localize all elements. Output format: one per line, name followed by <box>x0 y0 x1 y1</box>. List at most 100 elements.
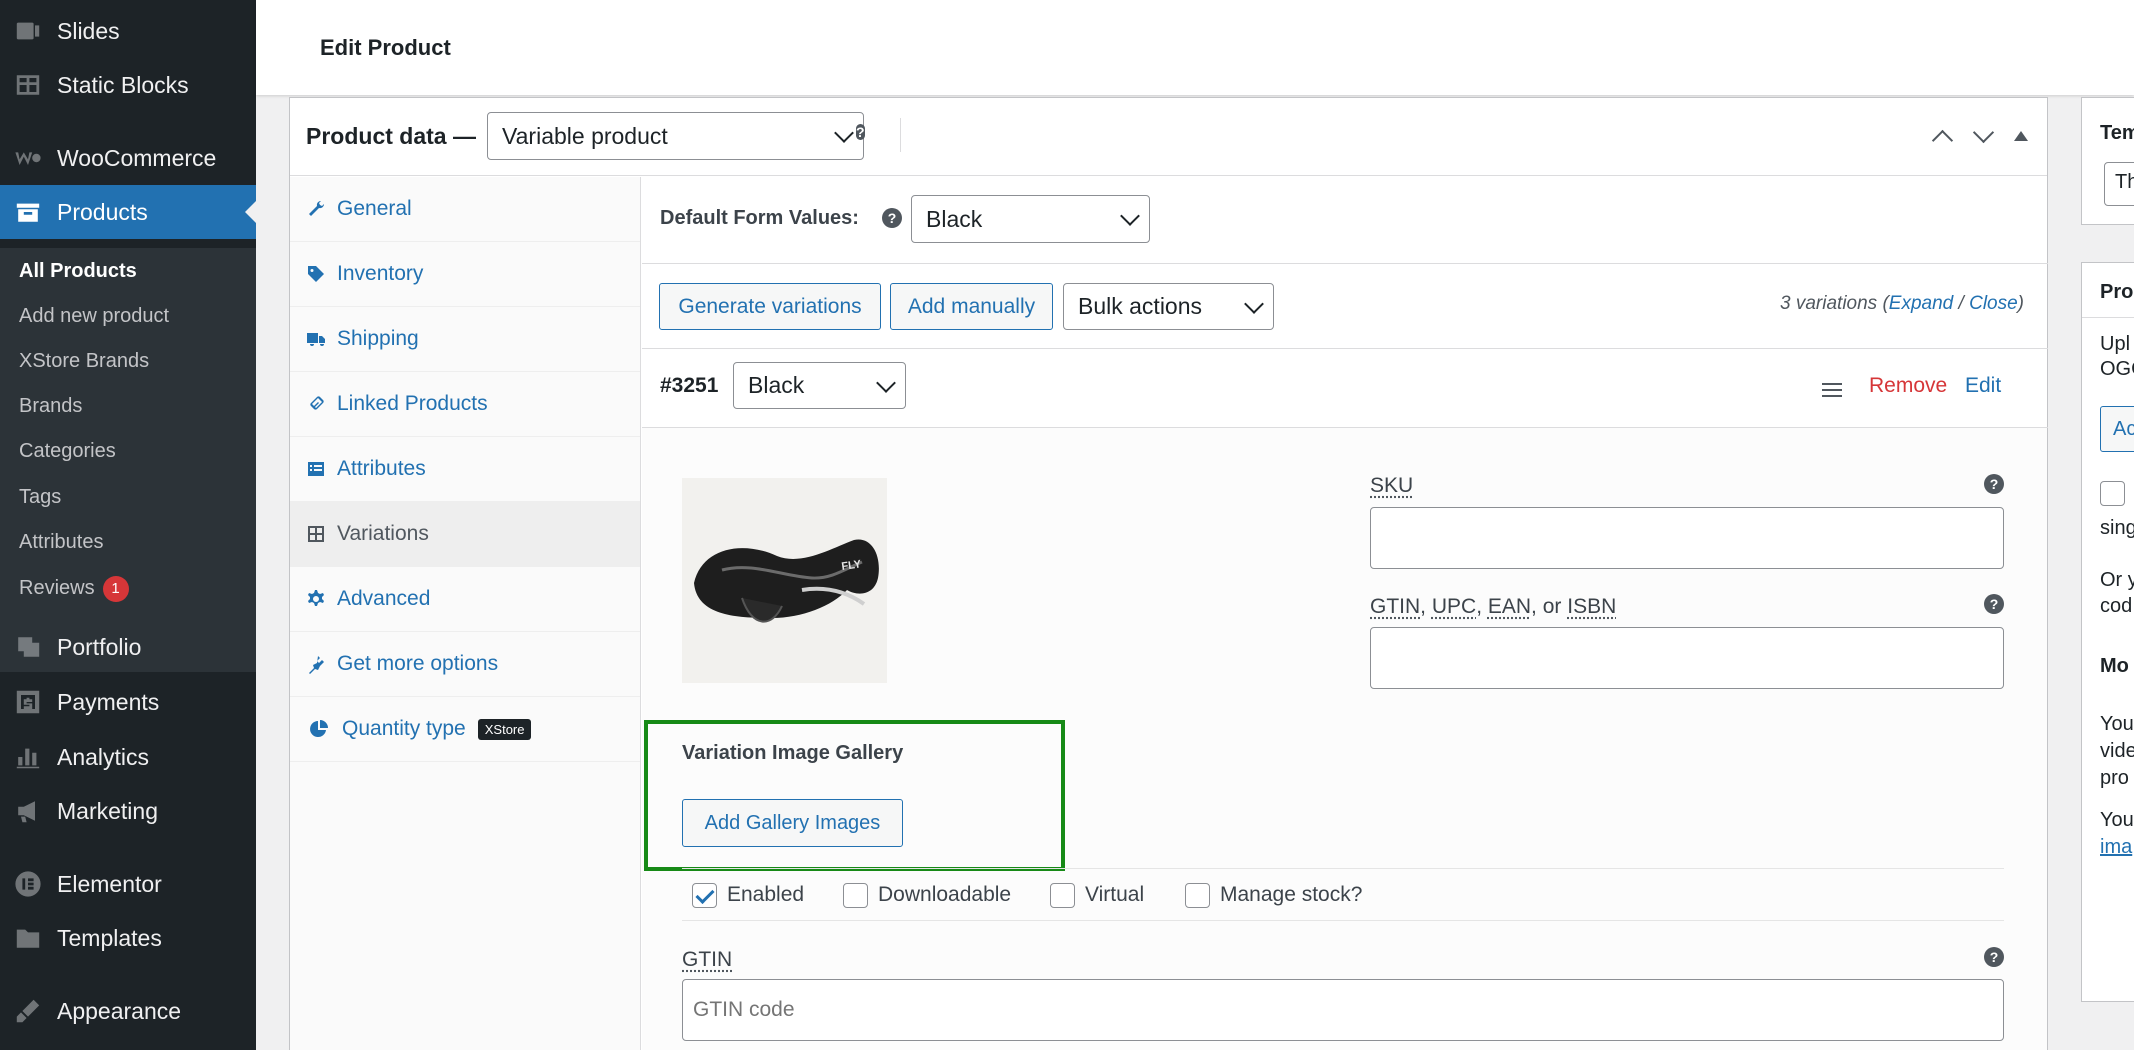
tab-inventory[interactable]: Inventory <box>290 242 640 307</box>
box-text: You <box>2100 713 2134 735</box>
submenu-categories[interactable]: Categories <box>19 440 116 463</box>
product-type-select[interactable]: Variable product <box>487 112 864 160</box>
link-icon <box>305 393 327 415</box>
gtin-code-label: GTIN <box>682 948 733 971</box>
tab-label: Attributes <box>337 457 426 480</box>
menu-item-portfolio[interactable]: Portfolio <box>0 620 256 674</box>
tab-shipping[interactable]: Shipping <box>290 307 640 372</box>
move-down-icon[interactable] <box>1971 124 1995 148</box>
submenu-tags[interactable]: Tags <box>19 486 61 509</box>
template-select[interactable]: Th <box>2104 162 2134 206</box>
collapse-panel-icon[interactable] <box>2008 124 2032 148</box>
submenu-all-products[interactable]: All Products <box>19 260 137 283</box>
add-manually-button[interactable]: Add manually <box>890 283 1053 330</box>
menu-item-templates[interactable]: Templates <box>0 911 256 965</box>
virtual-label: Virtual <box>1085 883 1145 906</box>
submenu-reviews[interactable]: Reviews 1 <box>19 576 129 602</box>
tab-advanced[interactable]: Advanced <box>290 567 640 632</box>
upload-button[interactable]: Ac <box>2100 406 2134 452</box>
default-form-values-label: Default Form Values: <box>660 207 859 229</box>
help-icon[interactable]: ? <box>1984 947 2004 967</box>
enabled-label: Enabled <box>727 883 805 906</box>
box-link[interactable]: ima <box>2100 836 2132 859</box>
list-icon <box>305 458 327 480</box>
help-icon[interactable]: ? <box>856 124 865 140</box>
menu-label: WooCommerce <box>57 144 217 171</box>
menu-item-payments[interactable]: Payments <box>0 675 256 729</box>
tab-variations[interactable]: Variations <box>290 502 640 567</box>
variation-color-select[interactable]: Black <box>733 362 906 409</box>
menu-label: Marketing <box>57 797 158 824</box>
menu-item-analytics[interactable]: Analytics <box>0 730 256 784</box>
templates-icon <box>14 924 42 952</box>
close-link[interactable]: Close <box>1969 293 2018 314</box>
help-icon[interactable]: ? <box>882 208 902 228</box>
product-data-tabs: General Inventory Shipping Linked Produc… <box>290 177 641 1050</box>
tab-general[interactable]: General <box>290 177 640 242</box>
help-icon[interactable]: ? <box>1984 594 2004 614</box>
virtual-checkbox-row[interactable]: Virtual <box>1050 880 1144 910</box>
product-type-value: Variable product <box>502 122 668 149</box>
xstore-tag: XStore <box>477 718 532 740</box>
box-title: Pro <box>2100 281 2134 303</box>
downloadable-checkbox[interactable] <box>843 882 868 908</box>
edit-variation-link[interactable]: Edit <box>1965 374 2001 398</box>
chevron-down-icon <box>1120 206 1140 226</box>
box-subtitle: Mo <box>2100 655 2129 677</box>
menu-item-static-blocks[interactable]: Static Blocks <box>0 58 256 112</box>
bulk-actions-value: Bulk actions <box>1078 293 1203 319</box>
generate-variations-button[interactable]: Generate variations <box>659 283 881 330</box>
woocommerce-icon <box>14 144 42 172</box>
gtin-upc-ean-isbn-input[interactable] <box>1370 627 2004 689</box>
gtin-code-input[interactable] <box>682 979 2004 1041</box>
menu-item-slides[interactable]: Slides <box>0 4 256 58</box>
submenu-brands[interactable]: Brands <box>19 395 82 418</box>
add-gallery-images-button[interactable]: Add Gallery Images <box>682 799 903 847</box>
default-color-select[interactable]: Black <box>911 195 1150 243</box>
submenu-xstore-brands[interactable]: XStore Brands <box>19 350 149 373</box>
expand-link[interactable]: Expand <box>1889 293 1953 314</box>
page-header: Edit Product <box>256 0 2134 95</box>
menu-item-woocommerce[interactable]: WooCommerce <box>0 131 256 185</box>
menu-label: Analytics <box>57 743 150 770</box>
variation-color-value: Black <box>748 372 805 398</box>
drag-handle-icon[interactable] <box>1822 383 1842 401</box>
submenu-attributes[interactable]: Attributes <box>19 531 103 554</box>
box-text: pro <box>2100 767 2129 789</box>
tab-linked-products[interactable]: Linked Products <box>290 372 640 437</box>
box-text: Or y <box>2100 569 2134 591</box>
tab-quantity-type[interactable]: Quantity type XStore <box>290 697 640 762</box>
bulk-actions-select[interactable]: Bulk actions <box>1063 283 1274 330</box>
product-data-panel: Product data — Variable product ? Genera… <box>289 97 2048 1050</box>
manage-stock-label: Manage stock? <box>1220 883 1363 906</box>
elementor-icon <box>14 870 42 898</box>
enabled-checkbox[interactable] <box>692 882 717 908</box>
downloadable-checkbox-row[interactable]: Downloadable <box>843 880 1011 910</box>
variations-count: 3 variations (Expand / Close) <box>1780 293 2024 314</box>
abbr-upc: UPC <box>1431 595 1477 618</box>
virtual-checkbox[interactable] <box>1050 882 1075 908</box>
remove-variation-link[interactable]: Remove <box>1869 374 1947 398</box>
menu-item-elementor[interactable]: Elementor <box>0 857 256 911</box>
menu-item-marketing[interactable]: Marketing <box>0 784 256 838</box>
menu-item-appearance[interactable]: Appearance <box>0 984 256 1038</box>
submenu-add-new-product[interactable]: Add new product <box>19 305 169 328</box>
move-up-icon[interactable] <box>1930 124 1954 148</box>
tab-attributes[interactable]: Attributes <box>290 437 640 502</box>
manage-stock-checkbox[interactable] <box>1185 882 1210 908</box>
static-blocks-icon <box>14 71 42 99</box>
help-icon[interactable]: ? <box>1984 474 2004 494</box>
manage-stock-checkbox-row[interactable]: Manage stock? <box>1185 880 1362 910</box>
products-submenu: All Products Add new product XStore Bran… <box>0 248 256 672</box>
sku-input[interactable] <box>1370 507 2004 569</box>
enabled-checkbox-row[interactable]: Enabled <box>692 880 804 910</box>
chevron-down-icon <box>876 372 896 393</box>
variation-id: #3251 <box>660 374 719 397</box>
option-checkbox[interactable] <box>2100 481 2125 506</box>
tab-get-more-options[interactable]: Get more options <box>290 632 640 697</box>
variation-image[interactable]: FLY <box>682 478 887 683</box>
menu-item-products[interactable]: Products <box>0 185 256 239</box>
reviews-count-badge: 1 <box>102 576 129 602</box>
admin-sidebar: Slides Static Blocks WooCommerce Product… <box>0 0 256 1050</box>
marketing-icon <box>14 797 42 825</box>
